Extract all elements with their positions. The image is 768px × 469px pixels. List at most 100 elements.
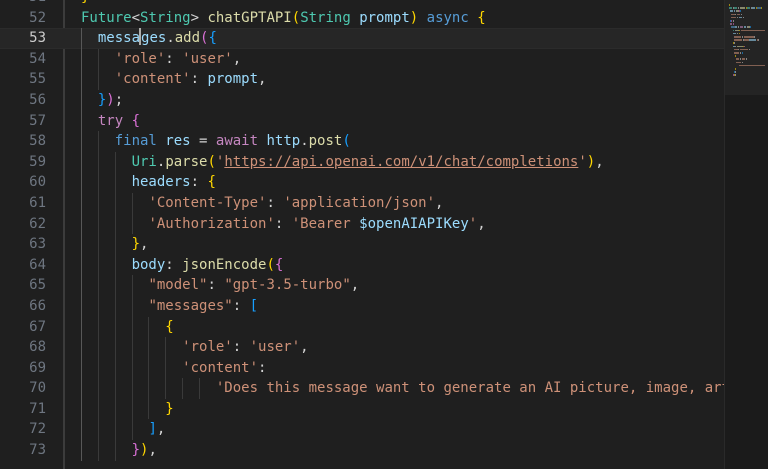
- code-text[interactable]: final res = await http.post(: [115, 131, 351, 152]
- code-line[interactable]: 66 "messages": [: [0, 295, 724, 317]
- code-text[interactable]: }),: [132, 440, 157, 461]
- line-number[interactable]: 62: [0, 214, 46, 235]
- line-number[interactable]: 56: [0, 90, 46, 111]
- indent-guide: [81, 357, 82, 379]
- code-line[interactable]: 54 'role': 'user',: [0, 48, 724, 70]
- code-line[interactable]: 67 {: [0, 316, 724, 338]
- line-number[interactable]: 69: [0, 358, 46, 379]
- code-line[interactable]: 55 'content': prompt,: [0, 69, 724, 90]
- minimap-line: [748, 48, 750, 51]
- line-number[interactable]: 58: [0, 131, 46, 152]
- line-number[interactable]: 63: [0, 234, 46, 255]
- code-line[interactable]: 69 'content':: [0, 357, 724, 379]
- line-number[interactable]: 60: [0, 172, 46, 193]
- line-number[interactable]: 65: [0, 275, 46, 296]
- minimap-line: [732, 20, 734, 22]
- code-text[interactable]: 'role': 'user',: [182, 337, 308, 358]
- minimap-line: [741, 29, 765, 32]
- code-line[interactable]: 73}),: [0, 440, 724, 461]
- code-text[interactable]: ],: [148, 419, 165, 440]
- indent-guide: [131, 378, 133, 399]
- code-line[interactable]: 52 Future<String> chatGPTAPI(String promp…: [0, 8, 724, 29]
- indent-guide: [131, 295, 133, 317]
- code-line[interactable]: 65 "model": "gpt-3.5-turbo",: [0, 275, 724, 296]
- code-lines[interactable]: 51}52Future<String> chatGPTAPI(String pr…: [0, 0, 730, 461]
- minimap-line: [738, 64, 765, 67]
- code-line[interactable]: 71}: [0, 398, 724, 420]
- code-text[interactable]: }: [165, 399, 173, 420]
- code-line[interactable]: 68 'role': 'user',: [0, 337, 724, 358]
- code-line[interactable]: 51}: [0, 0, 724, 8]
- line-number[interactable]: 70: [0, 378, 46, 399]
- minimap-line: [739, 48, 749, 51]
- code-text[interactable]: try {: [98, 111, 140, 132]
- line-number[interactable]: 54: [0, 49, 46, 70]
- minimap[interactable]: [724, 0, 768, 469]
- line-number[interactable]: 66: [0, 296, 46, 317]
- code-text[interactable]: headers: {: [132, 172, 216, 193]
- indent-guide: [97, 398, 99, 420]
- minimap-line: [751, 7, 756, 9]
- line-number[interactable]: 55: [0, 69, 46, 90]
- indent-guide: [114, 357, 116, 379]
- code-text[interactable]: Uri.parse('https://api.openai.com/v1/cha…: [132, 152, 604, 173]
- line-number[interactable]: 73: [0, 440, 46, 461]
- indent-guide: [165, 357, 167, 379]
- code-token: :: [258, 359, 267, 376]
- code-line[interactable]: 70 'Does this message want to generate an…: [0, 378, 730, 399]
- code-text[interactable]: body: jsonEncode({: [132, 255, 284, 276]
- indent-guide: [97, 419, 99, 441]
- line-number[interactable]: 52: [0, 8, 46, 29]
- code-text[interactable]: });: [98, 90, 123, 111]
- indent-guide: [97, 131, 99, 152]
- code-line[interactable]: 72],: [0, 419, 724, 441]
- code-line[interactable]: 58 final res = await http.post(: [0, 131, 724, 152]
- code-line[interactable]: 53 messages.add({: [0, 28, 724, 49]
- line-number[interactable]: 57: [0, 111, 46, 132]
- code-text[interactable]: 'content': prompt,: [115, 69, 267, 90]
- code-line[interactable]: 62 'Authorization': 'Bearer $openAIAPIKey…: [0, 213, 724, 235]
- code-token: chatGPTAPI: [207, 9, 292, 26]
- line-number[interactable]: 64: [0, 255, 46, 276]
- code-text[interactable]: messages.add({: [98, 28, 217, 49]
- code-text[interactable]: 'Content-Type': 'application/json',: [148, 193, 443, 214]
- minimap-line: [738, 16, 742, 19]
- line-number[interactable]: 68: [0, 337, 46, 358]
- indent-guide: [97, 254, 99, 276]
- line-number[interactable]: 72: [0, 419, 46, 440]
- line-number[interactable]: 59: [0, 152, 46, 173]
- code-text[interactable]: },: [132, 234, 149, 255]
- code-line[interactable]: 59 Uri.parse('https://api.openai.com/v1/c…: [0, 151, 724, 173]
- code-text[interactable]: "messages": [: [148, 296, 258, 317]
- line-number[interactable]: 67: [0, 317, 46, 338]
- code-line[interactable]: 56});: [0, 89, 724, 111]
- code-line[interactable]: 61 'Content-Type': 'application/json',: [0, 192, 724, 214]
- code-text[interactable]: {: [165, 317, 173, 338]
- code-token: (: [266, 256, 275, 273]
- code-line[interactable]: 57 try {: [0, 110, 724, 132]
- line-number[interactable]: 71: [0, 399, 46, 420]
- line-number[interactable]: 51: [0, 0, 46, 8]
- line-number[interactable]: 53: [0, 28, 46, 49]
- code-token: }: [131, 442, 141, 459]
- code-text[interactable]: 'Authorization': 'Bearer $openAIAPIKey',: [148, 214, 485, 235]
- code-token: :: [274, 215, 292, 232]
- indent-guide: [81, 337, 82, 358]
- line-number[interactable]: 61: [0, 193, 46, 214]
- code-token: :: [232, 339, 250, 356]
- code-line[interactable]: 64 body: jsonEncode({: [0, 254, 724, 276]
- code-token: 'Content-Type': [148, 194, 267, 211]
- code-token: {: [131, 112, 141, 129]
- code-text[interactable]: 'content':: [182, 358, 266, 379]
- code-token: =: [190, 133, 216, 150]
- code-line[interactable]: 63},: [0, 234, 724, 255]
- code-editor[interactable]: 51}52Future<String> chatGPTAPI(String pr…: [0, 0, 768, 469]
- minimap-line: [741, 52, 743, 54]
- code-text[interactable]: 'role': 'user',: [115, 49, 241, 70]
- code-text[interactable]: Future<String> chatGPTAPI(String prompt)…: [81, 8, 486, 29]
- code-text[interactable]: "model": "gpt-3.5-turbo",: [148, 275, 359, 296]
- code-text[interactable]: }: [81, 0, 89, 8]
- code-text[interactable]: 'Does this message want to generate an A…: [216, 378, 730, 399]
- code-line[interactable]: 60 headers: {: [0, 172, 724, 193]
- indent-guide: [131, 398, 133, 420]
